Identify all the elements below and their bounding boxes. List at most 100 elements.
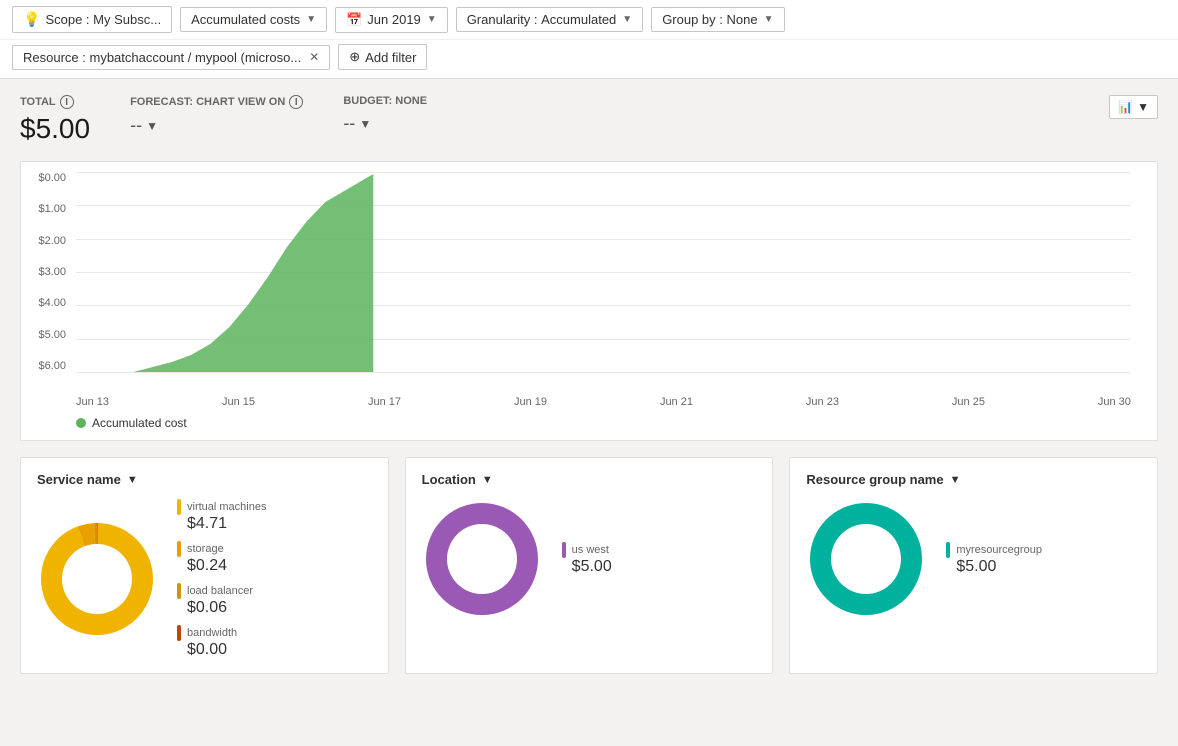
legend-us-west: us west $5.00 bbox=[562, 542, 612, 576]
storage-value: $0.24 bbox=[187, 557, 266, 575]
group-by-dropdown[interactable]: Group by : None ▼ bbox=[651, 7, 784, 32]
top-bar-row1: 💡 Scope : My Subsc... Accumulated costs … bbox=[0, 0, 1178, 39]
lb-value: $0.06 bbox=[187, 599, 266, 617]
location-dropdown-icon: ▼ bbox=[482, 474, 493, 486]
chart-y-labels: $6.00 $5.00 $4.00 $3.00 $2.00 $1.00 $0.0… bbox=[31, 172, 71, 372]
vm-color-bar bbox=[177, 499, 181, 515]
legend-virtual-machines: virtual machines $4.71 bbox=[177, 499, 266, 533]
scope-selector[interactable]: 💡 Scope : My Subsc... bbox=[12, 6, 172, 33]
location-card-body: us west $5.00 bbox=[422, 499, 757, 619]
metrics-row: TOTAL i $5.00 FORECAST: CHART VIEW ON i … bbox=[20, 95, 1158, 145]
top-bar: 💡 Scope : My Subsc... Accumulated costs … bbox=[0, 0, 1178, 79]
main-content: TOTAL i $5.00 FORECAST: CHART VIEW ON i … bbox=[0, 79, 1178, 690]
legend-myresourcegroup: myresourcegroup $5.00 bbox=[946, 542, 1042, 576]
date-label: Jun 2019 bbox=[367, 12, 421, 27]
forecast-value-row: -- ▼ bbox=[130, 115, 303, 136]
lb-label: load balancer bbox=[187, 585, 253, 597]
service-name-card: Service name ▼ bbox=[20, 457, 389, 674]
legend-storage: storage $0.24 bbox=[177, 541, 266, 575]
resource-filter-value: mybatchaccount / mypool (microso... bbox=[90, 50, 302, 65]
budget-value-row: -- ▼ bbox=[343, 113, 427, 134]
scope-icon: 💡 bbox=[23, 11, 40, 28]
bandwidth-label: bandwidth bbox=[187, 627, 237, 639]
service-name-legend: virtual machines $4.71 storage $0.24 bbox=[177, 499, 266, 659]
budget-label-row: BUDGET: NONE bbox=[343, 95, 427, 107]
bandwidth-color-bar bbox=[177, 625, 181, 641]
cost-chart: $6.00 $5.00 $4.00 $3.00 $2.00 $1.00 $0.0… bbox=[20, 161, 1158, 441]
service-name-card-body: virtual machines $4.71 storage $0.24 bbox=[37, 499, 372, 659]
bandwidth-value: $0.00 bbox=[187, 641, 266, 659]
legend-load-balancer: load balancer $0.06 bbox=[177, 583, 266, 617]
chart-svg bbox=[76, 172, 1131, 372]
add-filter-button[interactable]: ⊕ Add filter bbox=[338, 44, 427, 70]
budget-dropdown-icon[interactable]: ▼ bbox=[359, 117, 371, 131]
accumulated-costs-dropdown[interactable]: Accumulated costs ▼ bbox=[180, 7, 327, 32]
total-label-row: TOTAL i bbox=[20, 95, 90, 109]
group-by-prefix-label: Group by : bbox=[662, 12, 723, 27]
legend-bandwidth: bandwidth $0.00 bbox=[177, 625, 266, 659]
add-filter-plus-icon: ⊕ bbox=[349, 49, 360, 65]
vm-value: $4.71 bbox=[187, 515, 266, 533]
group-by-arrow-icon: ▼ bbox=[764, 14, 774, 25]
service-name-dropdown-icon: ▼ bbox=[127, 474, 138, 486]
service-name-card-header[interactable]: Service name ▼ bbox=[37, 472, 372, 487]
storage-label: storage bbox=[187, 543, 224, 555]
chart-dropdown-icon: ▼ bbox=[1137, 100, 1149, 114]
budget-label: BUDGET: NONE bbox=[343, 95, 427, 107]
top-bar-row2: Resource : mybatchaccount / mypool (micr… bbox=[0, 39, 1178, 78]
total-value: $5.00 bbox=[20, 113, 90, 145]
total-info-icon[interactable]: i bbox=[60, 95, 74, 109]
us-west-label: us west bbox=[572, 544, 609, 556]
us-west-value: $5.00 bbox=[572, 558, 612, 576]
cards-row: Service name ▼ bbox=[20, 457, 1158, 674]
granularity-prefix-label: Granularity : bbox=[467, 12, 538, 27]
resource-group-card-body: myresourcegroup $5.00 bbox=[806, 499, 1141, 619]
granularity-dropdown[interactable]: Granularity : Accumulated ▼ bbox=[456, 7, 644, 32]
total-metric: TOTAL i $5.00 bbox=[20, 95, 90, 145]
granularity-arrow-icon: ▼ bbox=[622, 14, 632, 25]
date-dropdown[interactable]: 📅 Jun 2019 ▼ bbox=[335, 7, 448, 33]
total-label: TOTAL bbox=[20, 96, 56, 108]
scope-label: Scope : bbox=[45, 12, 89, 27]
resource-group-legend: myresourcegroup $5.00 bbox=[946, 542, 1042, 576]
chart-x-labels: Jun 13 Jun 15 Jun 17 Jun 19 Jun 21 Jun 2… bbox=[76, 396, 1131, 408]
resource-group-dropdown-icon: ▼ bbox=[950, 474, 961, 486]
resource-group-donut bbox=[806, 499, 926, 619]
resource-filter-pill[interactable]: Resource : mybatchaccount / mypool (micr… bbox=[12, 45, 330, 70]
resource-group-label: Resource group name bbox=[806, 472, 943, 487]
forecast-value: -- bbox=[130, 115, 142, 136]
location-card: Location ▼ us west bbox=[405, 457, 774, 674]
location-card-header[interactable]: Location ▼ bbox=[422, 472, 757, 487]
accumulated-costs-label: Accumulated costs bbox=[191, 12, 300, 27]
storage-color-bar bbox=[177, 541, 181, 557]
resource-filter-prefix: Resource : bbox=[23, 50, 86, 65]
resource-group-card: Resource group name ▼ myresource bbox=[789, 457, 1158, 674]
lb-color-bar bbox=[177, 583, 181, 599]
legend-accumulated-dot bbox=[76, 418, 86, 428]
service-name-donut bbox=[37, 519, 157, 639]
us-west-color-bar bbox=[562, 542, 566, 558]
forecast-dropdown-icon[interactable]: ▼ bbox=[146, 119, 158, 133]
granularity-value-label: Accumulated bbox=[541, 12, 616, 27]
myresourcegroup-label: myresourcegroup bbox=[956, 544, 1042, 556]
resource-filter-close-icon[interactable]: ✕ bbox=[309, 50, 319, 64]
budget-value: -- bbox=[343, 113, 355, 134]
chart-legend: Accumulated cost bbox=[76, 416, 1141, 430]
resource-group-card-header[interactable]: Resource group name ▼ bbox=[806, 472, 1141, 487]
forecast-label-row: FORECAST: CHART VIEW ON i bbox=[130, 95, 303, 109]
date-arrow-icon: ▼ bbox=[427, 14, 437, 25]
budget-metric: BUDGET: NONE -- ▼ bbox=[343, 95, 427, 134]
forecast-metric: FORECAST: CHART VIEW ON i -- ▼ bbox=[130, 95, 303, 136]
forecast-info-icon[interactable]: i bbox=[289, 95, 303, 109]
calendar-icon: 📅 bbox=[346, 12, 362, 28]
chart-type-button[interactable]: 📊 ▼ bbox=[1109, 95, 1158, 119]
scope-value: My Subsc... bbox=[93, 12, 161, 27]
legend-accumulated-label: Accumulated cost bbox=[92, 416, 187, 430]
vm-label: virtual machines bbox=[187, 501, 266, 513]
location-label: Location bbox=[422, 472, 476, 487]
location-donut bbox=[422, 499, 542, 619]
myresourcegroup-value: $5.00 bbox=[956, 558, 1042, 576]
myresourcegroup-color-bar bbox=[946, 542, 950, 558]
forecast-label: FORECAST: CHART VIEW ON bbox=[130, 96, 285, 108]
add-filter-label: Add filter bbox=[365, 50, 416, 65]
